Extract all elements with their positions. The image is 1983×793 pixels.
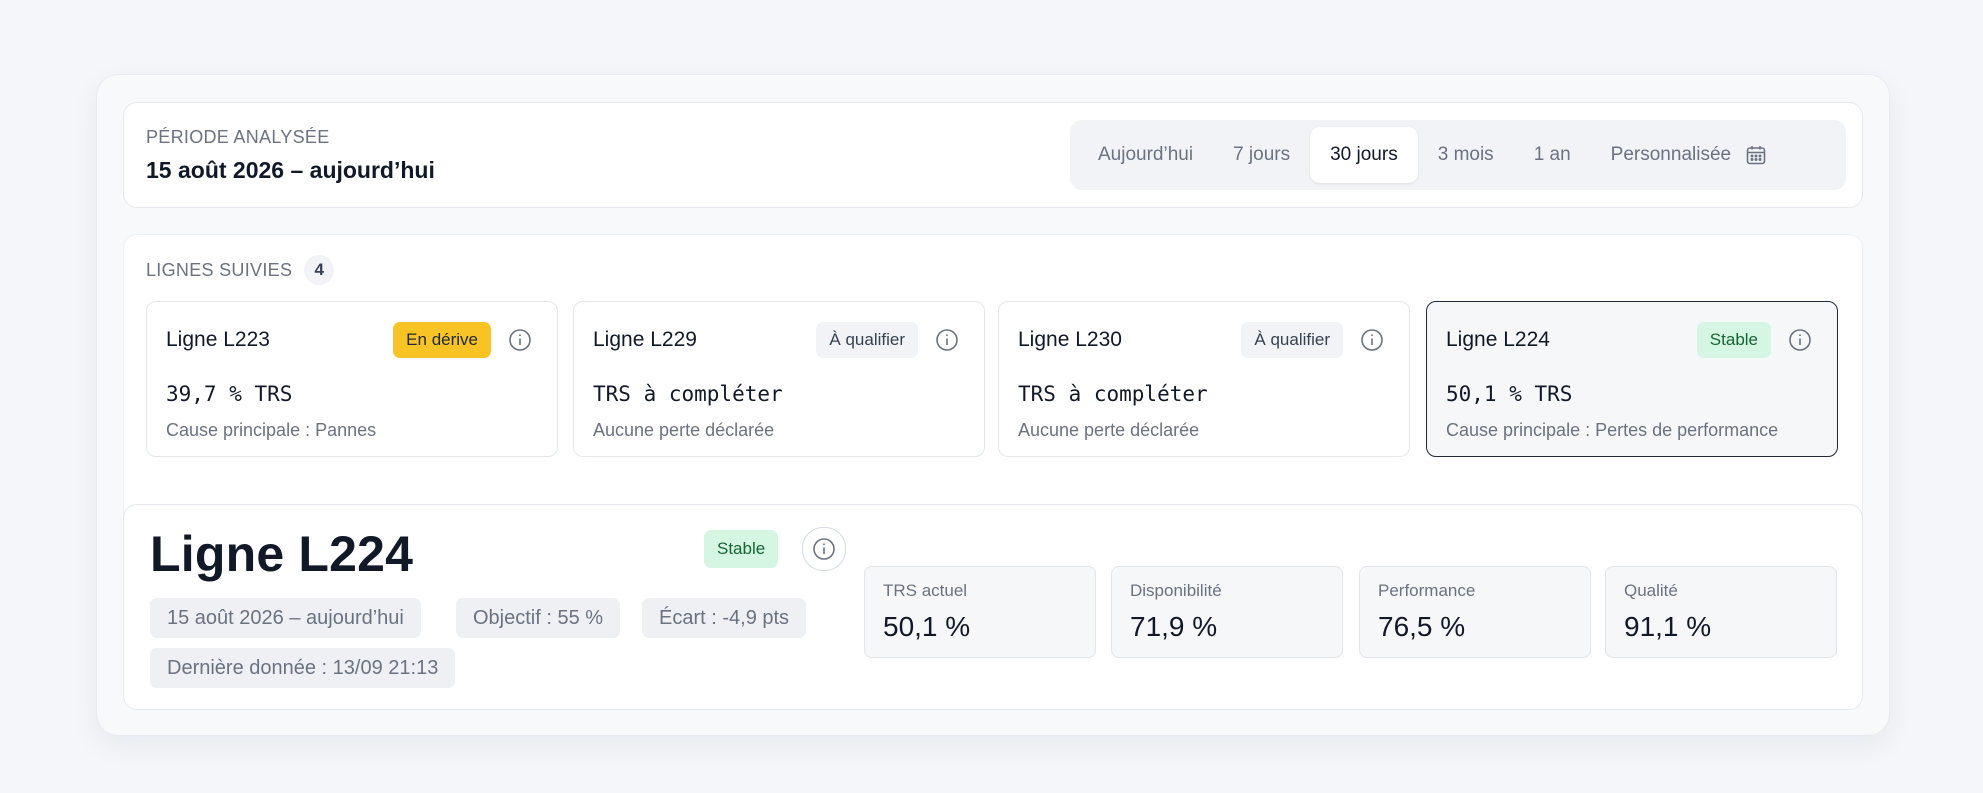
line-trs-value: TRS à compléter — [1018, 382, 1208, 406]
period-label: PÉRIODE ANALYSÉE — [146, 127, 330, 147]
metric-value: 50,1 % — [883, 611, 971, 642]
info-icon[interactable] — [507, 327, 533, 353]
target-chip: Objectif : 55 % — [456, 598, 621, 638]
line-losses-note: Aucune perte déclarée — [1018, 420, 1200, 440]
line-card-l229[interactable]: Ligne L229 À qualifier TRS à compléter A… — [573, 301, 985, 457]
metric-trs: TRS actuel 50,1 % — [864, 566, 1096, 658]
tracked-lines-count-badge: 4 — [304, 255, 335, 285]
status-badge-to-qualify: À qualifier — [816, 322, 918, 358]
line-detail-card: Ligne L224 Stable 15 août 2026 – aujourd… — [123, 504, 1863, 710]
metric-label: Performance — [1378, 581, 1476, 600]
gap-chip: Écart : -4,9 pts — [642, 598, 807, 638]
line-name: Ligne L229 — [593, 328, 697, 351]
range-option-custom[interactable]: Personnalisée — [1591, 127, 1787, 183]
period-card: PÉRIODE ANALYSÉE 15 août 2026 – aujourd’… — [123, 102, 1863, 208]
line-name: Ligne L230 — [1018, 328, 1122, 351]
range-option-30-days[interactable]: 30 jours — [1310, 127, 1418, 183]
line-card-l224[interactable]: Ligne L224 Stable 50,1 % TRS Cause princ… — [1426, 301, 1838, 457]
line-trs-value: 50,1 % TRS — [1446, 382, 1573, 406]
period-chip: 15 août 2026 – aujourd’hui — [150, 598, 421, 638]
status-badge-drift: En dérive — [393, 322, 491, 358]
metric-availability: Disponibilité 71,9 % — [1111, 566, 1343, 658]
range-option-1-year[interactable]: 1 an — [1514, 127, 1591, 183]
detail-title: Ligne L224 — [150, 526, 414, 582]
line-trs-value: TRS à compléter — [593, 382, 783, 406]
metric-label: Qualité — [1624, 581, 1678, 600]
line-card-l230[interactable]: Ligne L230 À qualifier TRS à compléter A… — [998, 301, 1410, 457]
period-range-selector: Aujourd’hui 7 jours 30 jours 3 mois 1 an… — [1070, 120, 1846, 190]
line-name: Ligne L224 — [1446, 328, 1550, 351]
info-icon[interactable] — [1359, 327, 1385, 353]
status-badge-stable: Stable — [1696, 322, 1771, 358]
metric-value: 76,5 % — [1378, 611, 1466, 642]
info-icon[interactable] — [934, 327, 960, 353]
line-main-cause: Cause principale : Pannes — [166, 420, 377, 440]
tracked-lines-header: LIGNES SUIVIES 4 — [146, 255, 335, 285]
line-name: Ligne L223 — [166, 328, 270, 351]
detail-status-badge-stable: Stable — [704, 530, 779, 568]
info-icon[interactable] — [1787, 327, 1813, 353]
line-card-l223[interactable]: Ligne L223 En dérive 39,7 % TRS Cause pr… — [146, 301, 558, 457]
line-losses-note: Aucune perte déclarée — [593, 420, 775, 440]
metric-quality: Qualité 91,1 % — [1605, 566, 1837, 658]
range-option-3-months[interactable]: 3 mois — [1418, 127, 1514, 183]
last-data-chip: Dernière donnée : 13/09 21:13 — [150, 648, 456, 688]
metric-value: 91,1 % — [1624, 611, 1712, 642]
metric-label: Disponibilité — [1130, 581, 1222, 600]
range-option-custom-label: Personnalisée — [1610, 144, 1732, 165]
range-option-7-days[interactable]: 7 jours — [1213, 127, 1310, 183]
detail-info-icon[interactable] — [802, 527, 846, 571]
dashboard-panel: PÉRIODE ANALYSÉE 15 août 2026 – aujourd’… — [96, 74, 1890, 736]
line-main-cause: Cause principale : Pertes de performance — [1446, 420, 1779, 440]
period-value: 15 août 2026 – aujourd’hui — [146, 157, 435, 183]
status-badge-to-qualify: À qualifier — [1241, 322, 1343, 358]
tracked-lines-title: LIGNES SUIVIES — [146, 259, 293, 280]
range-option-today[interactable]: Aujourd’hui — [1078, 127, 1213, 183]
line-trs-value: 39,7 % TRS — [166, 382, 293, 406]
metric-value: 71,9 % — [1130, 611, 1218, 642]
metric-label: TRS actuel — [883, 581, 968, 600]
metric-performance: Performance 76,5 % — [1359, 566, 1591, 658]
calendar-icon — [1745, 144, 1767, 166]
